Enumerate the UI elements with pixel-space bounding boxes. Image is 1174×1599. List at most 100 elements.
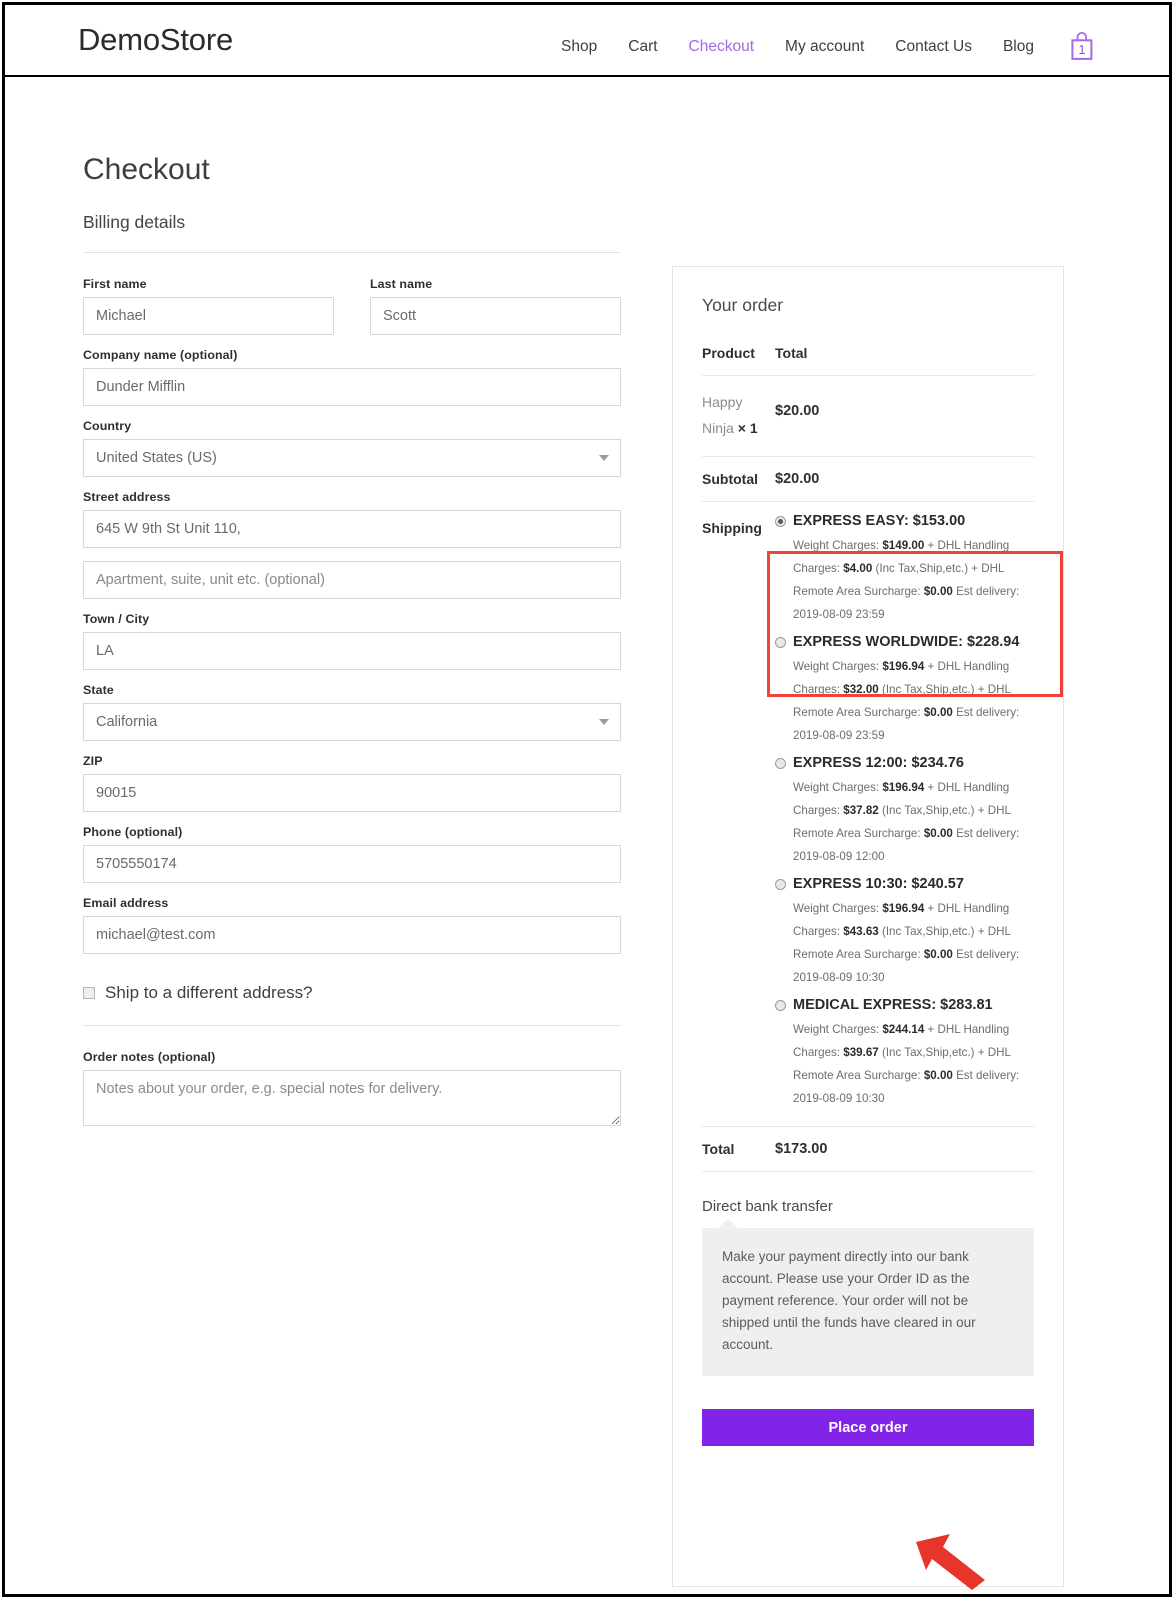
country-select-wrap (83, 439, 621, 477)
company-name-field: Company name (optional) (83, 348, 621, 406)
surcharge-label: Remote Area Surcharge: (793, 705, 924, 719)
order-item-name-cell: Happy Ninja × 1 (702, 375, 775, 457)
weight-charges-suffix: + DHL Handling (924, 538, 1010, 552)
handling-charges-suffix: (Inc Tax,Ship,etc.) + DHL (872, 561, 1005, 575)
email-input[interactable] (83, 916, 621, 954)
nav-link-shop[interactable]: Shop (561, 38, 597, 56)
surcharge-label: Remote Area Surcharge: (793, 1068, 924, 1082)
handling-charges-value: $37.82 (843, 803, 879, 817)
ship-to-different-address-checkbox[interactable] (83, 987, 95, 999)
weight-charges-suffix: + DHL Handling (924, 659, 1010, 673)
shipping-radio-express-worldwide[interactable] (775, 636, 786, 648)
surcharge-label: Remote Area Surcharge: (793, 826, 924, 840)
order-item-times: × (737, 419, 746, 436)
order-item-quantity: 1 (749, 419, 758, 436)
weight-charges-label: Weight Charges: (793, 780, 883, 794)
shipping-option-medical-express[interactable]: MEDICAL EXPRESS: $283.81 Weight Charges:… (775, 996, 1034, 1111)
payment-methods-block: Direct bank transfer Make your payment d… (702, 1172, 1034, 1447)
nav-link-checkout[interactable]: Checkout (689, 38, 754, 56)
order-table-body: Happy Ninja × 1 $20.00 Subtotal $20.00 S… (702, 375, 1034, 1173)
subtotal-value: $20.00 (775, 456, 1034, 502)
cart-count-badge: 1 (1078, 43, 1086, 57)
handling-charges-suffix: (Inc Tax,Ship,etc.) + DHL (878, 803, 1011, 817)
country-select[interactable] (83, 439, 621, 477)
state-select[interactable] (83, 703, 621, 741)
company-name-label: Company name (optional) (83, 348, 238, 362)
last-name-input[interactable] (370, 297, 621, 335)
shipping-option-title: EXPRESS EASY: $153.00 (793, 512, 966, 529)
nav-link-my-account[interactable]: My account (785, 38, 864, 56)
shipping-option-header[interactable]: EXPRESS 10:30: $240.57 (775, 875, 1034, 893)
weight-charges-label: Weight Charges: (793, 659, 883, 673)
surcharge-value: $0.00 (923, 1068, 953, 1082)
order-line-item-row: Happy Ninja × 1 $20.00 (702, 375, 1034, 457)
shipping-option-express-1200[interactable]: EXPRESS 12:00: $234.76 Weight Charges: $… (775, 754, 1034, 869)
site-logo[interactable]: DemoStore (78, 22, 233, 58)
site-header: DemoStore Shop Cart Checkout My account … (5, 5, 1169, 77)
country-field: Country (83, 419, 621, 477)
order-item-total: $20.00 (775, 375, 1034, 457)
city-input[interactable] (83, 632, 621, 670)
phone-label: Phone (optional) (83, 825, 183, 839)
order-subtotal-row: Subtotal $20.00 (702, 456, 1034, 502)
email-field: Email address (83, 896, 621, 954)
place-order-button[interactable]: Place order (702, 1409, 1034, 1447)
state-select-wrap (83, 703, 621, 741)
weight-charges-value: $149.00 (882, 538, 925, 552)
shipping-option-express-worldwide[interactable]: EXPRESS WORLDWIDE: $228.94 Weight Charge… (775, 633, 1034, 748)
handling-charges-label: Charges: (793, 803, 844, 817)
shipping-option-header[interactable]: EXPRESS 12:00: $234.76 (775, 754, 1034, 772)
surcharge-value: $0.00 (923, 947, 953, 961)
shipping-option-description: Weight Charges: $244.14 + DHL Handling C… (793, 1019, 1034, 1111)
zip-field: ZIP (83, 754, 621, 812)
company-name-input[interactable] (83, 368, 621, 406)
nav-link-contact-us[interactable]: Contact Us (895, 38, 972, 56)
cart-button[interactable]: 1 (1069, 31, 1095, 63)
zip-input[interactable] (83, 774, 621, 812)
weight-charges-value: $196.94 (882, 659, 925, 673)
order-total-row: Total $173.00 (702, 1126, 1034, 1173)
address-line-2-input[interactable] (83, 561, 621, 599)
payment-method-name: Direct bank transfer (702, 1198, 833, 1216)
handling-charges-suffix: (Inc Tax,Ship,etc.) + DHL (878, 682, 1011, 696)
shipping-option-header[interactable]: MEDICAL EXPRESS: $283.81 (775, 996, 1034, 1014)
shipping-radio-express-easy[interactable] (775, 515, 786, 527)
first-name-input[interactable] (83, 297, 334, 335)
weight-charges-label: Weight Charges: (793, 901, 883, 915)
ship-to-different-address-row[interactable]: Ship to a different address? (83, 983, 621, 1026)
shipping-radio-express-1200[interactable] (775, 757, 786, 769)
nav-link-blog[interactable]: Blog (1003, 38, 1034, 56)
nav-link-cart[interactable]: Cart (628, 38, 657, 56)
shipping-methods-cell: EXPRESS EASY: $153.00 Weight Charges: $1… (775, 501, 1034, 1128)
weight-charges-value: $196.94 (882, 780, 925, 794)
order-shipping-row: Shipping EXPRESS EASY: $153.00 Weight Ch… (702, 501, 1034, 1128)
weight-charges-value: $244.14 (882, 1022, 925, 1036)
order-notes-label: Order notes (optional) (83, 1050, 216, 1064)
billing-details-heading: Billing details (83, 212, 621, 253)
handling-charges-value: $4.00 (843, 561, 873, 575)
street-address-input[interactable] (83, 510, 621, 548)
shipping-option-header[interactable]: EXPRESS EASY: $153.00 (775, 512, 1034, 530)
browser-page-frame: DemoStore Shop Cart Checkout My account … (2, 2, 1172, 1597)
surcharge-label: Remote Area Surcharge: (793, 947, 924, 961)
email-label: Email address (83, 896, 169, 910)
order-notes-field: Order notes (optional) (83, 1050, 621, 1126)
phone-input[interactable] (83, 845, 621, 883)
shipping-radio-express-1030[interactable] (775, 878, 786, 890)
weight-charges-suffix: + DHL Handling (924, 901, 1010, 915)
handling-charges-label: Charges: (793, 1045, 844, 1059)
order-notes-textarea[interactable] (83, 1070, 621, 1126)
shipping-option-express-easy[interactable]: EXPRESS EASY: $153.00 Weight Charges: $1… (775, 512, 1034, 627)
handling-charges-value: $43.63 (843, 924, 879, 938)
column-header-total: Total (775, 345, 1034, 376)
handling-charges-value: $32.00 (843, 682, 879, 696)
shipping-option-header[interactable]: EXPRESS WORLDWIDE: $228.94 (775, 633, 1034, 651)
shipping-option-description: Weight Charges: $196.94 + DHL Handling C… (793, 656, 1034, 748)
weight-charges-suffix: + DHL Handling (924, 1022, 1010, 1036)
name-fields-row: First name Last name (83, 277, 621, 348)
first-name-field: First name (83, 277, 334, 335)
handling-charges-label: Charges: (793, 682, 844, 696)
surcharge-value: $0.00 (923, 705, 953, 719)
shipping-radio-medical-express[interactable] (775, 999, 786, 1011)
shipping-option-express-1030[interactable]: EXPRESS 10:30: $240.57 Weight Charges: $… (775, 875, 1034, 990)
